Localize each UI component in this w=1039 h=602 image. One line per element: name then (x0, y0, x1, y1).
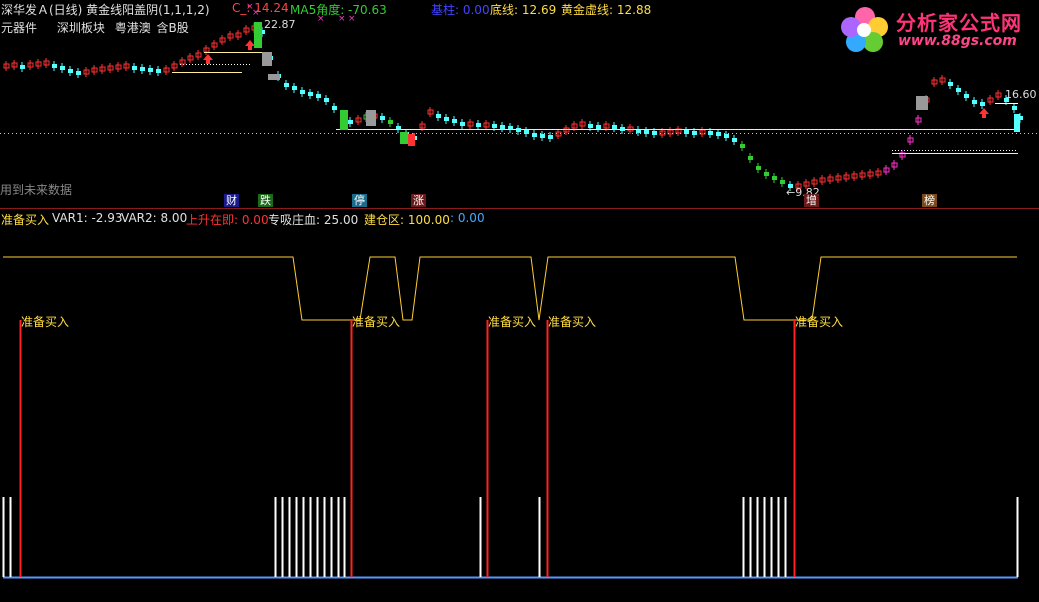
sector-tag[interactable]: 深圳板块 (57, 21, 105, 35)
dixian-label: 底线: 12.69 (490, 3, 557, 17)
indicator-line (3, 256, 1017, 321)
site-logo[interactable]: 分析家公式网 www.88gs.com (838, 3, 1038, 55)
buy-signal-label: 准备买入 (548, 315, 597, 329)
future-data-note: 用到未来数据 (0, 183, 73, 197)
jiancang-label: 建仓区: 100.00 (364, 213, 450, 227)
blue-value-label: : 0.00 (450, 211, 485, 225)
flower-logo-icon (841, 7, 888, 52)
logo-url: www.88gs.com (898, 33, 1017, 49)
jizhu-label: 基柱: 0.00 (431, 3, 490, 17)
sector-tag[interactable]: 含B股 (157, 21, 189, 35)
var2-label: VAR2: 8.00 (121, 211, 188, 225)
sector-tags: 元器件 深圳板块 粤港澳 含B股 (1, 19, 195, 36)
buy-signal-label: 准备买入 (352, 315, 401, 329)
event-marker[interactable]: 增 (804, 194, 819, 207)
event-marker[interactable]: 涨 (411, 194, 426, 207)
buy-signal-label: 准备买入 (488, 315, 537, 329)
event-marker[interactable]: 停 (352, 194, 367, 207)
indicator-name: 准备买入 (1, 213, 50, 227)
ma5-angle-label: MA5角度: -70.63 (290, 3, 387, 17)
event-marker[interactable]: 跌 (258, 194, 273, 207)
huangjin-label: 黄金虚线: 12.88 (561, 3, 652, 17)
sector-tag[interactable]: 元器件 (1, 21, 37, 35)
right-price-label: 16.60 (1005, 88, 1037, 101)
buy-signal-label: 准备买入 (795, 315, 844, 329)
stock-title: 深华发Ａ(日线) 黄金线阳盖阴(1,1,1,2) (1, 3, 210, 17)
indicator-chart[interactable] (0, 0, 1039, 602)
event-marker[interactable]: 榜 (922, 194, 937, 207)
buy-signal-label: 准备买入 (21, 315, 70, 329)
shangsheng-label: 上升在即: 0.00 (186, 213, 269, 227)
high-price-label: 22.87 (264, 18, 296, 31)
event-marker[interactable]: 财 (224, 194, 239, 207)
sector-tag[interactable]: 粤港澳 (115, 21, 151, 35)
var1-label: VAR1: -2.93 (52, 211, 123, 225)
close-price-label: C_: 14.24 (232, 1, 289, 15)
zhuanxi-label: 专吸庄血: 25.00 (268, 213, 359, 227)
logo-title: 分析家公式网 (896, 11, 1022, 35)
